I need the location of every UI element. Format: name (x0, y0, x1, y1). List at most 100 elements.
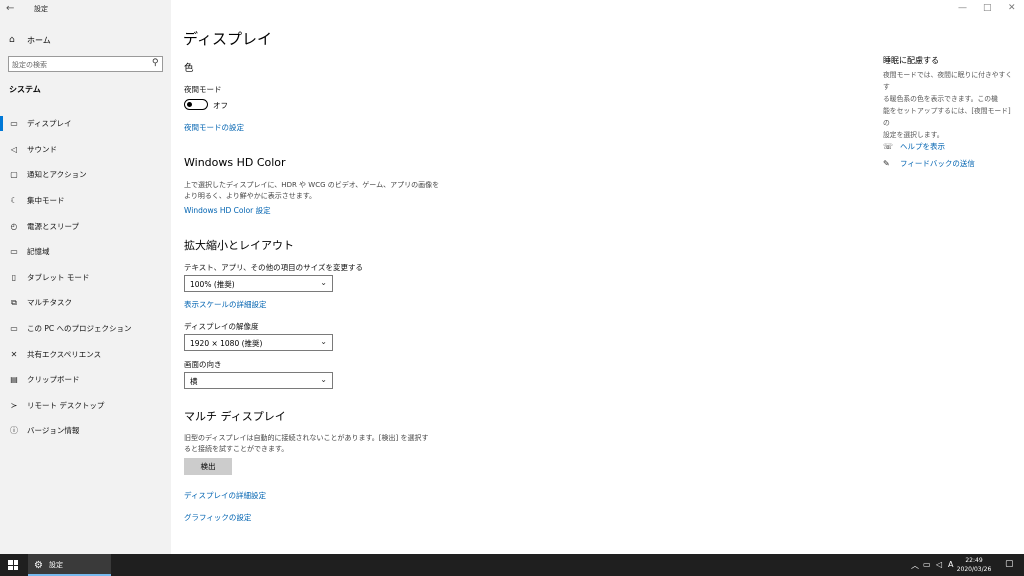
search-icon[interactable]: ⚲ (152, 58, 159, 68)
settings-window: ← 設定 ⌂ ホーム ⚲ システム ▭ ディスプレイ ◁ サウンド ▢ 通知とア… (0, 0, 1024, 554)
toggle-knob (187, 101, 192, 107)
search-input[interactable] (12, 59, 147, 70)
color-heading: 色 (184, 63, 194, 74)
info-icon: ⓘ (10, 426, 18, 436)
tablet-icon: ▯ (11, 272, 17, 282)
sidebar-item-label: ディスプレイ (27, 119, 72, 129)
taskbar-clock[interactable]: 22:49 2020/03/26 (954, 556, 994, 574)
sidebar-item-tablet[interactable]: ▯ タブレット モード (0, 265, 171, 291)
sidebar-nav: ▭ ディスプレイ ◁ サウンド ▢ 通知とアクション ☾ 集中モード ◴ 電源と… (0, 111, 171, 444)
sidebar-item-projection[interactable]: ▭ この PC へのプロジェクション (0, 316, 171, 342)
advanced-scaling-link[interactable]: 表示スケールの詳細設定 (184, 299, 267, 310)
sidebar-item-label: 通知とアクション (27, 170, 87, 180)
advanced-display-link[interactable]: ディスプレイの詳細設定 (184, 490, 266, 501)
notification-center-icon[interactable]: ▢ (1005, 559, 1014, 569)
orientation-value: 横 (190, 377, 198, 386)
sidebar-item-label: 記憶域 (27, 247, 50, 257)
clipboard-icon: ▤ (10, 375, 18, 385)
right-panel-description-line4: 設定を選択します。 (883, 131, 944, 139)
hdr-description-line1: 上で選択したディスプレイに、HDR や WCG のビデオ、ゲーム、アプリの画像を (184, 181, 440, 189)
sidebar-item-display[interactable]: ▭ ディスプレイ (0, 111, 171, 137)
taskbar: ⚙ 設定 ︿ ▭ ◁ A 22:49 2020/03/26 ▢ (0, 554, 1024, 576)
resolution-value: 1920 × 1080 (推奨) (190, 339, 263, 348)
right-panel-description: 夜間モードでは、夜間に眠りに付きやすくす る暖色系の色を表示できます。この機 能… (883, 69, 1015, 141)
scale-dropdown[interactable]: 100% (推奨) ⌄ (184, 275, 333, 292)
right-panel-description-line1: 夜間モードでは、夜間に眠りに付きやすくす (883, 71, 1013, 91)
feedback-link[interactable]: ✎ フィードバックの送信 (883, 158, 975, 169)
share-icon: ✕ (10, 349, 18, 359)
night-light-toggle[interactable] (184, 99, 208, 110)
multi-display-heading: マルチ ディスプレイ (184, 410, 286, 423)
home-label: ホーム (27, 35, 51, 45)
window-title: 設定 (34, 5, 48, 13)
volume-icon[interactable]: ◁ (936, 560, 942, 569)
scale-layout-heading: 拡大縮小とレイアウト (184, 239, 294, 252)
multi-display-description-line1: 旧型のディスプレイは自動的に接続されないことがあります。[検出] を選択す (184, 434, 429, 442)
monitor-icon: ▭ (10, 119, 18, 129)
power-icon: ◴ (10, 221, 18, 231)
chevron-down-icon: ⌄ (320, 337, 327, 346)
chevron-down-icon: ⌄ (320, 278, 327, 287)
network-icon[interactable]: ▭ (923, 560, 931, 569)
clock-date: 2020/03/26 (956, 566, 992, 573)
taskbar-settings-app[interactable]: ⚙ 設定 (28, 554, 111, 576)
taskbar-app-label: 設定 (48, 561, 63, 569)
projection-icon: ▭ (10, 324, 18, 334)
feedback-icon: ✎ (883, 159, 890, 168)
close-button[interactable]: ✕ (1008, 3, 1016, 13)
windows-start-icon[interactable] (8, 560, 18, 570)
sidebar-item-storage[interactable]: ▭ 記憶域 (0, 239, 171, 265)
page-title: ディスプレイ (183, 30, 272, 48)
remote-icon: ≻ (10, 400, 18, 410)
chevron-up-icon[interactable]: ︿ (911, 560, 919, 571)
speaker-icon: ◁ (10, 144, 18, 154)
hdr-settings-link[interactable]: Windows HD Color 設定 (184, 205, 271, 216)
sidebar-item-notifications[interactable]: ▢ 通知とアクション (0, 162, 171, 188)
sidebar-item-clipboard[interactable]: ▤ クリップボード (0, 367, 171, 393)
sidebar-item-label: 電源とスリープ (27, 221, 80, 231)
sidebar-item-label: リモート デスクトップ (27, 400, 105, 410)
help-link[interactable]: ☏ ヘルプを表示 (883, 141, 945, 152)
sidebar-item-power[interactable]: ◴ 電源とスリープ (0, 213, 171, 239)
sidebar-item-remote[interactable]: ≻ リモート デスクトップ (0, 393, 171, 419)
clock-time: 22:49 (965, 557, 983, 564)
orientation-label: 画面の向き (184, 360, 222, 369)
resolution-dropdown[interactable]: 1920 × 1080 (推奨) ⌄ (184, 334, 333, 351)
minimize-button[interactable]: — (958, 3, 967, 13)
sidebar-item-label: 共有エクスペリエンス (27, 349, 102, 359)
sidebar-item-sound[interactable]: ◁ サウンド (0, 137, 171, 163)
night-light-settings-link[interactable]: 夜間モードの設定 (184, 122, 244, 133)
orientation-dropdown[interactable]: 横 ⌄ (184, 372, 333, 389)
detect-button[interactable]: 検出 (184, 458, 232, 475)
night-light-label: 夜間モード (184, 85, 222, 94)
sidebar-item-label: バージョン情報 (27, 426, 80, 436)
multitask-icon: ⧉ (11, 297, 17, 307)
storage-icon: ▭ (10, 247, 18, 257)
hdr-heading: Windows HD Color (184, 156, 286, 169)
toggle-state-label: オフ (213, 101, 228, 110)
sidebar-item-focus[interactable]: ☾ 集中モード (0, 188, 171, 214)
sidebar-item-shared[interactable]: ✕ 共有エクスペリエンス (0, 341, 171, 367)
help-chat-icon: ☏ (883, 142, 894, 151)
home-link[interactable]: ⌂ ホーム (9, 34, 51, 46)
scale-value: 100% (推奨) (190, 280, 235, 289)
sidebar-item-label: この PC へのプロジェクション (27, 324, 132, 334)
graphics-settings-link[interactable]: グラフィックの設定 (184, 512, 251, 523)
sidebar-item-multitask[interactable]: ⧉ マルチタスク (0, 290, 171, 316)
back-arrow-icon[interactable]: ← (6, 3, 20, 15)
sidebar-item-label: クリップボード (27, 375, 80, 385)
sidebar-item-label: 集中モード (27, 196, 65, 206)
ime-indicator[interactable]: A (948, 560, 953, 569)
help-link-label: ヘルプを表示 (900, 142, 945, 151)
notification-icon: ▢ (10, 170, 18, 180)
search-box[interactable]: ⚲ (8, 56, 163, 72)
feedback-link-label: フィードバックの送信 (900, 159, 975, 168)
sidebar-item-label: サウンド (27, 144, 57, 154)
text-size-label: テキスト、アプリ、その他の項目のサイズを変更する (184, 263, 363, 272)
sidebar-item-about[interactable]: ⓘ バージョン情報 (0, 418, 171, 444)
gear-icon: ⚙ (34, 559, 43, 571)
home-icon: ⌂ (9, 35, 15, 45)
maximize-button[interactable]: □ (983, 3, 992, 13)
multi-display-description-line2: ると接続を試すことができます。 (184, 445, 289, 453)
sidebar-item-label: マルチタスク (27, 298, 72, 308)
